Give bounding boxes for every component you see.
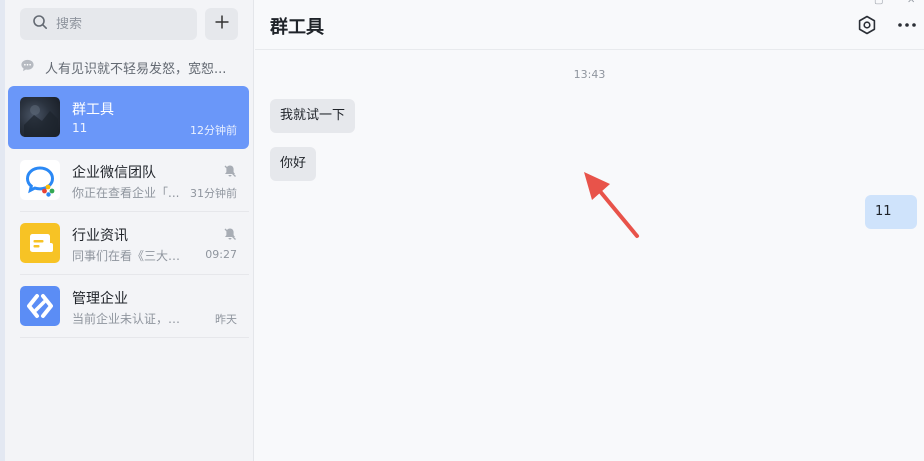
- conversation-name: 管理企业: [72, 291, 128, 307]
- wecom-team-logo: [20, 160, 60, 200]
- conversation-preview: 当前企业未认证，企业...: [72, 312, 184, 326]
- conversation-list: 群工具 11 12分钟前 企业微信团队 你正在查看企业「... 31分钟前 行业…: [8, 86, 249, 338]
- dark-photo-avatar: [20, 97, 60, 137]
- more-dots-icon[interactable]: [895, 13, 919, 37]
- conversation-name: 群工具: [72, 102, 114, 118]
- conversation-time: 12分钟前: [190, 124, 237, 137]
- settings-hex-icon[interactable]: [855, 13, 879, 37]
- chat-header: 群工具 ▢ ✕: [255, 0, 924, 50]
- plus-icon: [214, 14, 230, 34]
- conversation-time: 31分钟前: [190, 187, 237, 200]
- time-divider: 13:43: [573, 68, 606, 81]
- chat-bubble-icon: [20, 58, 35, 77]
- message-bubble-incoming[interactable]: 你好: [270, 147, 317, 181]
- chat-title: 群工具: [270, 17, 324, 38]
- conversation-preview: 同事们在看《三大运...: [72, 249, 184, 263]
- search-box[interactable]: [20, 8, 197, 40]
- divider: [20, 337, 249, 338]
- mute-bell-icon: [223, 163, 237, 177]
- conversation-time: 09:27: [205, 248, 237, 261]
- conversation-item-group-tools[interactable]: 群工具 11 12分钟前: [8, 86, 249, 149]
- annotation-arrow-icon: [584, 172, 639, 238]
- search-input[interactable]: [56, 16, 196, 32]
- add-button[interactable]: [205, 8, 238, 40]
- conversation-item-wecom-team[interactable]: 企业微信团队 你正在查看企业「... 31分钟前: [8, 149, 249, 212]
- message-bubble-incoming[interactable]: 我就试一下: [270, 99, 356, 133]
- news-icon: [20, 223, 60, 263]
- conversation-name: 企业微信团队: [72, 165, 156, 181]
- search-icon: [32, 14, 48, 34]
- minimize-icon[interactable]: ▢: [874, 0, 883, 6]
- close-window-icon[interactable]: ✕: [907, 0, 915, 6]
- conversation-item-industry-news[interactable]: 行业资讯 同事们在看《三大运... 09:27: [8, 212, 249, 275]
- conversation-preview: 11: [72, 121, 88, 135]
- conversation-time: 昨天: [215, 313, 237, 326]
- message-bubble-outgoing[interactable]: 11: [865, 195, 917, 229]
- conversation-name: 行业资讯: [72, 228, 128, 244]
- notice-row[interactable]: 人有见识就不轻易发怒，宽恕...: [20, 55, 248, 79]
- mute-bell-icon: [223, 226, 237, 240]
- conversation-preview: 你正在查看企业「...: [72, 186, 180, 200]
- sidebar: 人有见识就不轻易发怒，宽恕... 群工具 11 12分钟前 企业微信团队 你正在…: [5, 0, 254, 461]
- notice-text: 人有见识就不轻易发怒，宽恕...: [45, 61, 227, 77]
- conversation-item-manage-enterprise[interactable]: 管理企业 当前企业未认证，企业... 昨天: [8, 275, 249, 338]
- chat-panel: 群工具 ▢ ✕ 13:43 我就试一下 你好 11: [255, 0, 924, 461]
- manage-icon: [20, 286, 60, 326]
